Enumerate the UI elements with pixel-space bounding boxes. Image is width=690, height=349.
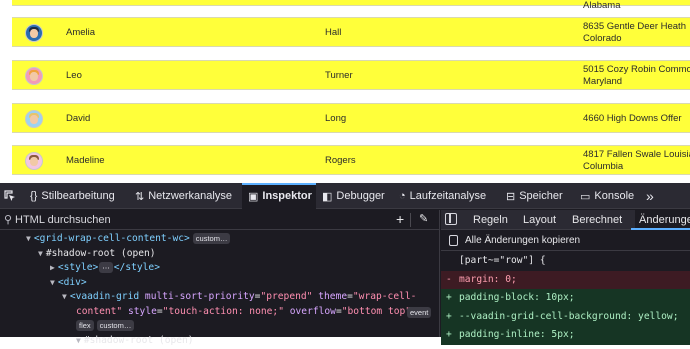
- table-row[interactable]: David Long 4660 High Downs Offer: [12, 103, 690, 133]
- tab-regeln[interactable]: Regeln: [473, 210, 508, 230]
- tab-inspektor[interactable]: ▣ Inspektor: [242, 183, 316, 209]
- flex-badge[interactable]: flex: [76, 320, 94, 332]
- grid-cell-address: Alabama: [583, 0, 621, 11]
- avatar: [25, 67, 43, 85]
- table-row[interactable]: Madeline Rogers 4817 Fallen Swale Louisi…: [12, 145, 690, 175]
- avatar: [25, 24, 43, 42]
- tab-label: Laufzeitanalyse: [409, 190, 487, 202]
- diff-added-line: + padding-inline: 5px;: [441, 326, 690, 345]
- collapse-arrow-icon[interactable]: ▼: [26, 234, 31, 243]
- devtools-panel: {} Stilbearbeitung ⇅ Netzwerkanalyse ▣ I…: [0, 183, 690, 346]
- tab-aenderungen[interactable]: Änderunge: [631, 210, 690, 230]
- arrows-icon: ⇅: [135, 190, 145, 203]
- rules-tabbar: Regeln Layout Berechnet Änderunge: [441, 210, 690, 230]
- tree-node[interactable]: ▼ #shadow-root (open): [76, 334, 194, 349]
- grid-cell-first-name: Amelia: [66, 27, 96, 38]
- table-row[interactable]: Amelia Hall 8635 Gentle Deer Heath Colora…: [12, 17, 690, 47]
- tab-label: Konsole: [594, 190, 635, 202]
- tab-speicher[interactable]: ⊟ Speicher: [506, 183, 563, 209]
- custom-element-badge[interactable]: custom…: [192, 232, 231, 244]
- tab-layout[interactable]: Layout: [523, 210, 556, 230]
- grid-cell-address: 8635 Gentle Deer Heath Colorado: [583, 21, 686, 44]
- tab-label: Debugger: [336, 190, 385, 202]
- grid-cell-last-name: Long: [325, 113, 347, 124]
- tab-konsole[interactable]: ▭ Konsole: [580, 183, 634, 209]
- debugger-icon: ◧: [322, 190, 333, 203]
- grid-row-partial[interactable]: Alabama: [12, 0, 690, 11]
- storage-icon: ⊟: [506, 190, 516, 203]
- diff-selector-line: [part~="row"] {: [459, 255, 546, 266]
- grid-cell-address: 4660 High Downs Offer: [583, 113, 682, 124]
- copy-all-changes-label: Alle Änderungen kopieren: [465, 235, 581, 246]
- grid-cell-address: 5015 Cozy Robin Commo Maryland: [583, 64, 690, 87]
- tab-label: Stilbearbeitung: [41, 190, 115, 202]
- collapse-arrow-icon[interactable]: ▼: [76, 336, 81, 345]
- html-search-bar: ⚲ + ✎: [0, 210, 440, 230]
- tab-label: Inspektor: [262, 190, 312, 202]
- tab-netzwerkanalyse[interactable]: ⇅ Netzwerkanalyse: [135, 183, 232, 209]
- tree-node-continued: content" style="touch-action: none;" ove…: [76, 306, 417, 317]
- toggle-panel-icon[interactable]: [445, 213, 457, 225]
- diff-removed-line: - margin: 0;: [441, 270, 690, 289]
- collapsed-content-badge[interactable]: ⋯: [99, 261, 113, 273]
- braces-icon: {}: [30, 190, 38, 202]
- grid-cell-last-name: Turner: [325, 70, 353, 81]
- tab-laufzeitanalyse[interactable]: ◔ Laufzeitanalyse: [399, 183, 486, 209]
- diff-added-line: + --vaadin-grid-cell-background: yellow;: [441, 307, 690, 326]
- search-icon: ⚲: [4, 214, 13, 226]
- grid-cell-first-name: Leo: [66, 70, 82, 81]
- console-icon: ▭: [580, 190, 591, 203]
- diff-added-line: + padding-block: 10px;: [441, 289, 690, 308]
- tab-debugger[interactable]: ◧ Debugger: [322, 183, 385, 209]
- eyedropper-icon[interactable]: ✎: [419, 212, 428, 225]
- tab-label: Speicher: [519, 190, 563, 202]
- element-picker-icon[interactable]: [4, 183, 16, 209]
- gauge-icon: ◔: [399, 190, 406, 202]
- table-row[interactable]: Leo Turner 5015 Cozy Robin Commo Maryland: [12, 60, 690, 90]
- rules-pane: Regeln Layout Berechnet Änderunge Alle Ä…: [441, 210, 690, 345]
- tree-node[interactable]: ▼ <div>: [50, 276, 87, 291]
- grid-cell-last-name: Hall: [325, 27, 342, 38]
- tree-badges: flex custom…: [76, 320, 135, 335]
- copy-all-changes-button[interactable]: Alle Änderungen kopieren: [441, 231, 690, 251]
- data-grid: Alabama Amelia Hall 8635 Gentle Deer Hea…: [0, 0, 690, 183]
- tree-node[interactable]: ▼ <grid-wrap-cell-content-wc> custom…: [26, 232, 231, 247]
- custom-element-badge[interactable]: custom…: [96, 320, 135, 332]
- avatar: [25, 110, 43, 128]
- event-badge[interactable]: event: [407, 307, 432, 318]
- separator: [410, 213, 411, 227]
- collapse-arrow-icon[interactable]: ▼: [38, 249, 43, 258]
- inspector-icon: ▣: [248, 190, 259, 203]
- tree-node[interactable]: ▶ <style> ⋯ </style>: [50, 261, 160, 276]
- tab-label: Netzwerkanalyse: [148, 190, 232, 202]
- tab-berechnet[interactable]: Berechnet: [572, 210, 622, 230]
- devtools-toolbar: {} Stilbearbeitung ⇅ Netzwerkanalyse ▣ I…: [0, 183, 690, 209]
- collapse-arrow-icon[interactable]: ▼: [50, 278, 55, 287]
- grid-cell-last-name: Rogers: [325, 155, 356, 166]
- tree-node[interactable]: ▼ #shadow-root (open): [38, 247, 156, 262]
- html-search-input[interactable]: [15, 212, 375, 227]
- html-pane: ⚲ + ✎ ▼<grid-wrap-cell-content-wc>custom…: [0, 210, 440, 346]
- add-node-button[interactable]: +: [396, 211, 404, 227]
- grid-cell-first-name: David: [66, 113, 91, 124]
- expand-arrow-icon[interactable]: ▶: [50, 263, 55, 272]
- grid-cell-address: 4817 Fallen Swale Louisia Columbia: [583, 149, 690, 172]
- collapse-arrow-icon[interactable]: ▼: [62, 292, 67, 301]
- tab-stilbearbeitung[interactable]: {} Stilbearbeitung: [30, 183, 115, 209]
- overflow-icon[interactable]: »: [646, 183, 654, 209]
- copy-icon: [449, 235, 458, 246]
- tree-node[interactable]: ▼ <vaadin-grid multi-sort-priority="prepe…: [62, 290, 416, 305]
- grid-cell-first-name: Madeline: [66, 155, 105, 166]
- avatar: [25, 152, 43, 170]
